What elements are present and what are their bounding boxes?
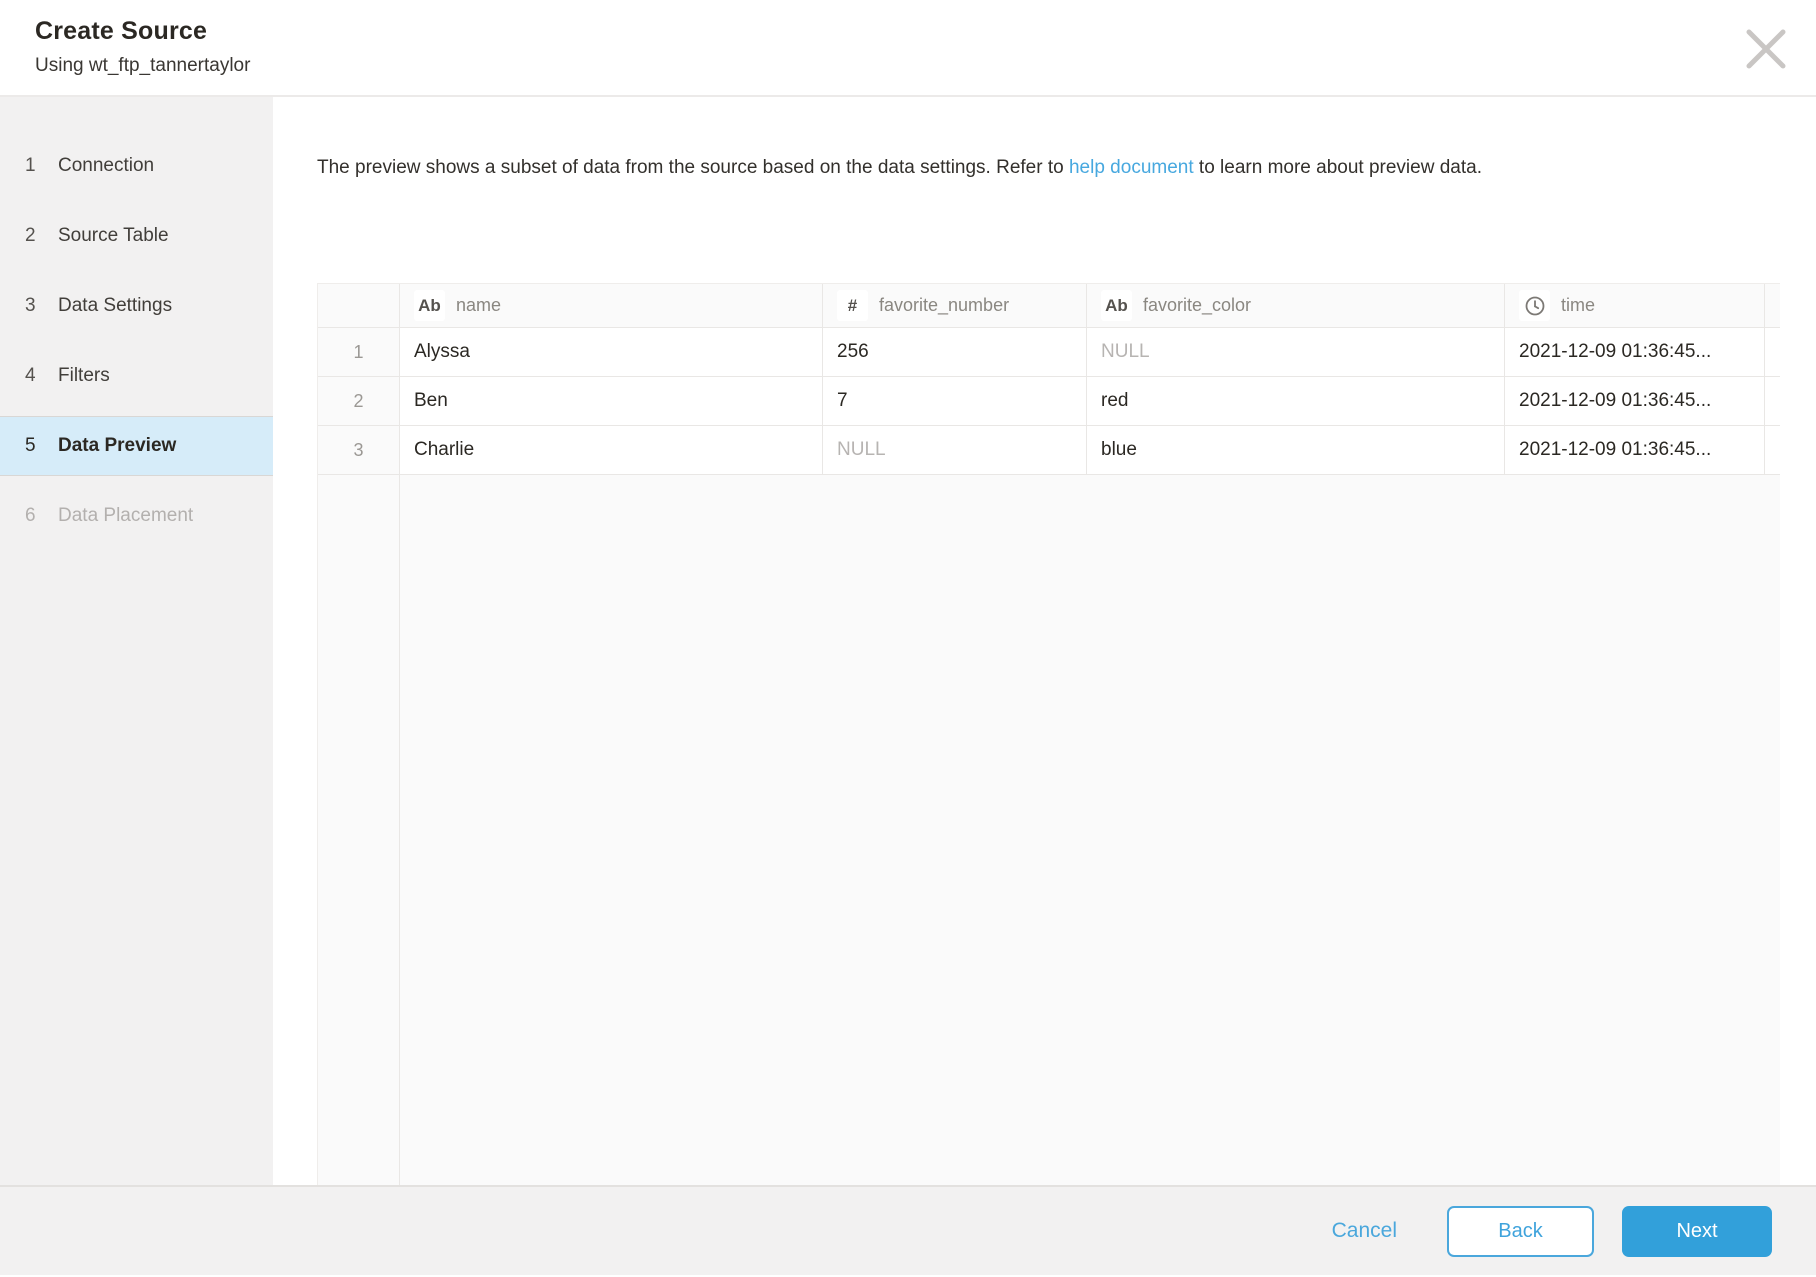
next-button[interactable]: Next bbox=[1622, 1205, 1772, 1257]
dialog-body: 1 Connection 2 Source Table 3 Data Setti… bbox=[0, 97, 1816, 1185]
cell-favorite-color[interactable]: NULL bbox=[1087, 328, 1505, 377]
cell-name[interactable]: Ben bbox=[400, 377, 823, 426]
sidebar-item-source-table[interactable]: 2 Source Table bbox=[0, 201, 273, 271]
step-label: Data Placement bbox=[58, 505, 194, 526]
dialog-title: Create Source bbox=[35, 17, 208, 45]
table-corner-cell bbox=[318, 284, 400, 328]
sidebar-item-filters[interactable]: 4 Filters bbox=[0, 341, 273, 411]
table-header-row: Ab name # favorite_number Ab favorite_co… bbox=[318, 284, 1780, 328]
step-number: 3 bbox=[25, 295, 36, 316]
column-label: time bbox=[1561, 295, 1596, 315]
step-number: 5 bbox=[25, 435, 36, 456]
cell-favorite-color[interactable]: blue bbox=[1087, 426, 1505, 475]
step-label: Data Preview bbox=[58, 435, 177, 456]
description-text: The preview shows a subset of data from … bbox=[317, 157, 1069, 178]
row-number-column-filler bbox=[318, 475, 400, 1185]
cell-time[interactable]: 2021-12-09 01:36:45... bbox=[1505, 328, 1765, 377]
table-header-gutter bbox=[1765, 284, 1780, 328]
column-header-time[interactable]: time bbox=[1505, 284, 1765, 328]
cell-time[interactable]: 2021-12-09 01:36:45... bbox=[1505, 377, 1765, 426]
cell-time[interactable]: 2021-12-09 01:36:45... bbox=[1505, 426, 1765, 475]
step-number: 2 bbox=[25, 225, 36, 246]
cell-favorite-number[interactable]: 7 bbox=[823, 377, 1087, 426]
row-number-cell: 1 bbox=[318, 328, 400, 377]
column-label: favorite_number bbox=[879, 295, 1010, 315]
step-label: Source Table bbox=[58, 225, 169, 246]
cell-favorite-color[interactable]: red bbox=[1087, 377, 1505, 426]
time-type-icon bbox=[1519, 290, 1550, 321]
close-button[interactable] bbox=[1738, 22, 1794, 78]
preview-content: The preview shows a subset of data from … bbox=[273, 97, 1816, 1185]
number-type-icon: # bbox=[837, 290, 868, 321]
wizard-steps-sidebar: 1 Connection 2 Source Table 3 Data Setti… bbox=[0, 97, 273, 1185]
table-row: 2 Ben 7 red 2021-12-09 01:36:45... bbox=[318, 377, 1780, 426]
table-row: 1 Alyssa 256 NULL 2021-12-09 01:36:45... bbox=[318, 328, 1780, 377]
help-document-link[interactable]: help document bbox=[1069, 157, 1194, 178]
column-header-favorite-number[interactable]: # favorite_number bbox=[823, 284, 1087, 328]
column-label: name bbox=[456, 295, 502, 315]
column-header-favorite-color[interactable]: Ab favorite_color bbox=[1087, 284, 1505, 328]
cell-favorite-number[interactable]: 256 bbox=[823, 328, 1087, 377]
table-empty-area bbox=[318, 475, 1780, 1185]
cancel-button[interactable]: Cancel bbox=[1332, 1219, 1397, 1243]
row-gutter-cell bbox=[1765, 328, 1780, 377]
column-header-name[interactable]: Ab name bbox=[400, 284, 823, 328]
step-number: 6 bbox=[25, 505, 36, 526]
text-type-icon: Ab bbox=[414, 290, 445, 321]
table-row: 3 Charlie NULL blue 2021-12-09 01:36:45.… bbox=[318, 426, 1780, 475]
text-type-icon: Ab bbox=[1101, 290, 1132, 321]
data-preview-table: Ab name # favorite_number Ab favorite_co… bbox=[317, 283, 1780, 1185]
dialog-footer: Cancel Back Next bbox=[0, 1185, 1816, 1275]
column-label: favorite_color bbox=[1143, 295, 1252, 315]
row-number-cell: 3 bbox=[318, 426, 400, 475]
sidebar-item-data-settings[interactable]: 3 Data Settings bbox=[0, 271, 273, 341]
step-label: Filters bbox=[58, 365, 110, 386]
sidebar-item-data-preview[interactable]: 5 Data Preview bbox=[0, 416, 273, 476]
step-label: Connection bbox=[58, 155, 155, 176]
cell-name[interactable]: Alyssa bbox=[400, 328, 823, 377]
close-icon bbox=[1743, 26, 1789, 75]
row-number-cell: 2 bbox=[318, 377, 400, 426]
step-number: 1 bbox=[25, 155, 36, 176]
row-gutter-cell bbox=[1765, 377, 1780, 426]
dialog-header: Create Source Using wt_ftp_tannertaylor bbox=[0, 0, 1816, 97]
step-label: Data Settings bbox=[58, 295, 173, 316]
back-button[interactable]: Back bbox=[1447, 1205, 1594, 1257]
row-gutter-cell bbox=[1765, 426, 1780, 475]
sidebar-item-connection[interactable]: 1 Connection bbox=[0, 131, 273, 201]
step-number: 4 bbox=[25, 365, 36, 386]
cell-name[interactable]: Charlie bbox=[400, 426, 823, 475]
preview-description: The preview shows a subset of data from … bbox=[317, 155, 1766, 181]
dialog-subtitle: Using wt_ftp_tannertaylor bbox=[35, 55, 251, 76]
cell-favorite-number[interactable]: NULL bbox=[823, 426, 1087, 475]
sidebar-item-data-placement: 6 Data Placement bbox=[0, 481, 273, 551]
description-text: to learn more about preview data. bbox=[1193, 157, 1482, 178]
